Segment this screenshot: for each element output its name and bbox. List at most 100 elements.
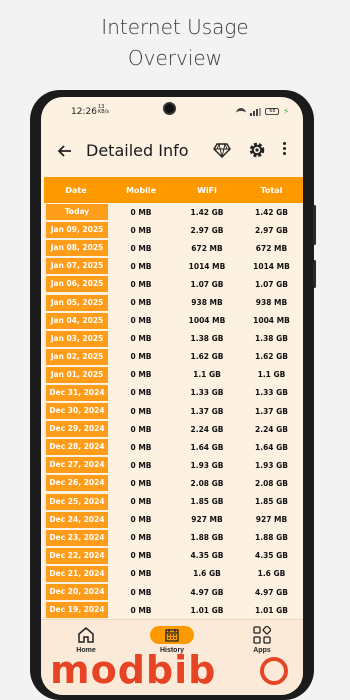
charging-icon: ⚡ bbox=[283, 107, 289, 116]
row-date[interactable]: Jan 04, 2025 bbox=[46, 312, 108, 329]
row-date[interactable]: Jan 07, 2025 bbox=[46, 258, 108, 275]
row-total: 672 MB bbox=[255, 243, 288, 253]
row-date[interactable]: Jan 09, 2025 bbox=[46, 222, 108, 239]
row-total: 927 MB bbox=[255, 515, 288, 525]
row-date[interactable]: Jan 05, 2025 bbox=[46, 294, 108, 311]
row-date[interactable]: Dec 22, 2024 bbox=[46, 547, 108, 564]
wifi-status-icon bbox=[236, 107, 247, 116]
row-date[interactable]: Jan 03, 2025 bbox=[46, 330, 108, 347]
row-date[interactable]: Dec 21, 2024 bbox=[46, 565, 108, 582]
row-wifi: 2.97 GB bbox=[190, 225, 224, 235]
row-date[interactable]: Today bbox=[46, 204, 108, 221]
row-mobile: 0 MB bbox=[130, 261, 152, 271]
row-date[interactable]: Dec 25, 2024 bbox=[46, 493, 108, 510]
row-total: 2.97 GB bbox=[255, 225, 288, 235]
row-total: 1.07 GB bbox=[255, 279, 288, 289]
row-date[interactable]: Jan 02, 2025 bbox=[46, 348, 108, 365]
row-mobile: 0 MB bbox=[130, 207, 152, 217]
row-wifi: 1.85 GB bbox=[190, 497, 224, 507]
row-date[interactable]: Dec 19, 2024 bbox=[46, 602, 108, 619]
headline-line-1: Internet Usage bbox=[101, 15, 249, 39]
table-row: Dec 26, 2024 0 MB 2.08 GB 2.08 GB bbox=[44, 474, 303, 492]
table-row: Dec 25, 2024 0 MB 1.85 GB 1.85 GB bbox=[44, 493, 303, 511]
row-date[interactable]: Dec 31, 2024 bbox=[46, 384, 108, 401]
row-mobile: 0 MB bbox=[130, 515, 152, 525]
row-mobile: 0 MB bbox=[130, 352, 152, 362]
row-total: 938 MB bbox=[255, 298, 288, 308]
row-wifi: 1.64 GB bbox=[190, 442, 224, 452]
row-wifi: 1.07 GB bbox=[190, 279, 224, 289]
row-mobile: 0 MB bbox=[130, 460, 152, 470]
page-title: Detailed Info bbox=[86, 141, 189, 160]
page-headline: Internet Usage Overview bbox=[0, 12, 350, 74]
row-total: 1.93 GB bbox=[255, 460, 288, 470]
headline-line-2: Overview bbox=[127, 46, 223, 70]
row-date[interactable]: Jan 06, 2025 bbox=[46, 276, 108, 293]
table-row: Dec 21, 2024 0 MB 1.6 GB 1.6 GB bbox=[44, 565, 303, 583]
header-mobile: Mobile bbox=[125, 185, 157, 195]
row-total: 1.62 GB bbox=[255, 352, 288, 362]
row-mobile: 0 MB bbox=[130, 587, 152, 597]
row-total: 1.85 GB bbox=[255, 497, 288, 507]
row-date[interactable]: Dec 27, 2024 bbox=[46, 457, 108, 474]
gear-icon[interactable] bbox=[247, 140, 267, 160]
usage-table: Date Mobile WiFi Total Today 0 MB 1.42 GB 1… bbox=[44, 177, 303, 619]
row-date[interactable]: Dec 23, 2024 bbox=[46, 529, 108, 546]
row-total: 4.97 GB bbox=[255, 587, 288, 597]
history-icon bbox=[150, 626, 194, 644]
row-wifi: 672 MB bbox=[191, 243, 223, 253]
apps-grid-icon bbox=[253, 625, 272, 644]
row-total: 1.38 GB bbox=[255, 334, 288, 344]
table-row: Jan 01, 2025 0 MB 1.1 GB 1.1 GB bbox=[44, 366, 303, 384]
table-row: Jan 09, 2025 0 MB 2.97 GB 2.97 GB bbox=[44, 221, 303, 239]
row-wifi: 4.97 GB bbox=[190, 587, 224, 597]
table-row: Dec 24, 2024 0 MB 927 MB 927 MB bbox=[44, 511, 303, 529]
row-total: 1004 MB bbox=[253, 316, 290, 326]
signal-icon bbox=[250, 107, 262, 116]
row-mobile: 0 MB bbox=[130, 243, 152, 253]
front-camera bbox=[163, 102, 176, 115]
row-wifi: 1.38 GB bbox=[190, 334, 224, 344]
net-speed: 13 KB/s bbox=[98, 104, 109, 115]
table-row: Jan 05, 2025 0 MB 938 MB 938 MB bbox=[44, 293, 303, 311]
row-date[interactable]: Jan 01, 2025 bbox=[46, 366, 108, 383]
power-button bbox=[313, 260, 316, 288]
table-row: Dec 27, 2024 0 MB 1.93 GB 1.93 GB bbox=[44, 456, 303, 474]
table-row: Jan 07, 2025 0 MB 1014 MB 1014 MB bbox=[44, 257, 303, 275]
watermark-text: modbib bbox=[50, 648, 217, 692]
row-mobile: 0 MB bbox=[130, 225, 152, 235]
table-header: Date Mobile WiFi Total bbox=[44, 177, 303, 203]
row-wifi: 1.62 GB bbox=[190, 352, 224, 362]
row-date[interactable]: Dec 28, 2024 bbox=[46, 439, 108, 456]
table-row: Dec 28, 2024 0 MB 1.64 GB 1.64 GB bbox=[44, 438, 303, 456]
watermark-logo: modbib bbox=[50, 648, 290, 692]
row-date[interactable]: Dec 24, 2024 bbox=[46, 511, 108, 528]
row-mobile: 0 MB bbox=[130, 497, 152, 507]
table-row: Jan 08, 2025 0 MB 672 MB 672 MB bbox=[44, 239, 303, 257]
header-wifi: WiFi bbox=[197, 185, 217, 195]
diamond-icon[interactable] bbox=[213, 141, 231, 159]
row-wifi: 2.08 GB bbox=[190, 478, 224, 488]
row-date[interactable]: Dec 26, 2024 bbox=[46, 475, 108, 492]
row-wifi: 1.37 GB bbox=[190, 406, 224, 416]
row-total: 1.6 GB bbox=[257, 569, 286, 579]
row-date[interactable]: Jan 08, 2025 bbox=[46, 240, 108, 257]
row-mobile: 0 MB bbox=[130, 388, 152, 398]
row-total: 1.88 GB bbox=[255, 533, 288, 543]
row-date[interactable]: Dec 20, 2024 bbox=[46, 584, 108, 601]
row-total: 1.64 GB bbox=[255, 442, 288, 452]
back-arrow-icon[interactable] bbox=[53, 139, 77, 163]
row-wifi: 1004 MB bbox=[188, 316, 226, 326]
row-total: 1014 MB bbox=[253, 261, 290, 271]
row-mobile: 0 MB bbox=[130, 424, 152, 434]
row-mobile: 0 MB bbox=[130, 298, 152, 308]
table-row: Jan 03, 2025 0 MB 1.38 GB 1.38 GB bbox=[44, 330, 303, 348]
row-date[interactable]: Dec 29, 2024 bbox=[46, 421, 108, 438]
row-wifi: 4.35 GB bbox=[190, 551, 224, 561]
row-total: 2.08 GB bbox=[255, 478, 288, 488]
row-mobile: 0 MB bbox=[130, 406, 152, 416]
home-icon bbox=[77, 626, 95, 644]
status-icons: 68 ⚡ bbox=[236, 107, 289, 116]
row-date[interactable]: Dec 30, 2024 bbox=[46, 403, 108, 420]
more-vert-icon[interactable] bbox=[281, 142, 287, 158]
